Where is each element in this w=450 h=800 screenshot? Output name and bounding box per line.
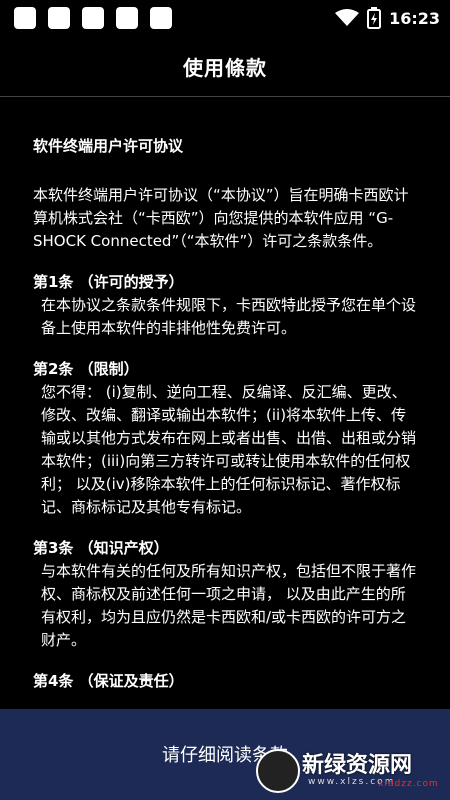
article-title: 第1条 （许可的授予） — [33, 273, 184, 291]
battery-charging-icon — [367, 7, 382, 29]
watermark-text: 新绿资源网 — [302, 753, 413, 778]
article-title: 第4条 （保证及责任） — [33, 672, 184, 690]
document-intro: 本软件终端用户许可协议（“本协议”）旨在明确卡西欧计算机株式会社（“卡西欧”）向… — [33, 186, 409, 250]
article-title: 第3条 （知识产权） — [33, 539, 169, 557]
terms-text: 软件终端用户许可协议 本软件终端用户许可协议（“本协议”）旨在明确卡西欧计算机株… — [33, 135, 417, 709]
notification-square-icon — [82, 7, 104, 29]
notification-square-icon — [48, 7, 70, 29]
notification-square-icon — [14, 7, 36, 29]
article-section: 第2条 （限制） 您不得： (i)复制、逆向工程、反编译、反汇编、更改、修改、改… — [33, 358, 417, 519]
document-title: 软件终端用户许可协议 — [33, 137, 184, 155]
article-section: 第1条 （许可的授予） 在本协议之条款条件规限下，卡西欧特此授予您在单个设备上使… — [33, 271, 417, 340]
article-body: 在本协议之条款条件规限下，卡西欧特此授予您在单个设备上使用本软件的非排他性免费许… — [41, 296, 417, 337]
status-bar: 16:23 — [0, 0, 450, 36]
article-body: 您不得： (i)复制、逆向工程、反编译、反汇编、更改、修改、改编、翻译或输出本软… — [41, 383, 417, 516]
page-title: 使用條款 — [183, 55, 267, 80]
article-body: 与本软件有关的任何及所有知识产权，包括但不限于著作权、商标权及前述任何一项之申请… — [41, 562, 417, 649]
terms-scroll-area[interactable]: 软件终端用户许可协议 本软件终端用户许可协议（“本协议”）旨在明确卡西欧计算机株… — [0, 97, 450, 709]
app-header: 使用條款 — [0, 36, 450, 97]
article-section: 第4条 （保证及责任） — [33, 670, 417, 693]
watermark-logo-icon — [256, 749, 300, 793]
notification-square-icon — [116, 7, 138, 29]
article-title: 第2条 （限制） — [33, 360, 139, 378]
watermark: 新绿资源网 www.xlzs.com xlddzz.com — [256, 745, 446, 795]
notification-square-icon — [150, 7, 172, 29]
confirm-footer[interactable]: 请仔细阅读条款 新绿资源网 www.xlzs.com xlddzz.com — [0, 709, 450, 800]
watermark-url-secondary: xlddzz.com — [378, 779, 439, 789]
wifi-icon — [335, 9, 360, 26]
article-section: 第3条 （知识产权） 与本软件有关的任何及所有知识产权，包括但不限于著作权、商标… — [33, 537, 417, 652]
status-time: 16:23 — [389, 8, 440, 28]
